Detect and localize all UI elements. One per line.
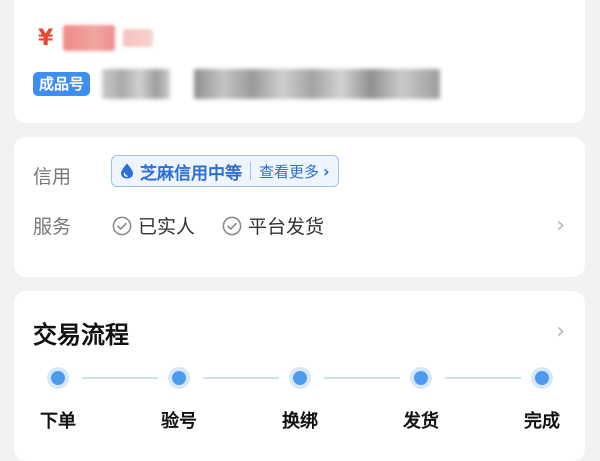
step-dot [168, 367, 190, 389]
price-row: ¥ [38, 18, 154, 58]
trade-process-title: 交易流程 [33, 321, 129, 349]
chevron-right-icon[interactable]: › [556, 319, 565, 344]
check-circle-icon [112, 216, 132, 235]
credit-service-card: 信用 芝麻信用中等 查看更多 › 服务 已实人 平台发货 › [14, 137, 585, 277]
view-more-link[interactable]: 查看更多 [259, 161, 319, 182]
step-connector [82, 377, 158, 379]
step-dot [289, 367, 311, 389]
credit-tag[interactable]: 芝麻信用中等 查看更多 › [111, 155, 339, 187]
trade-process-card[interactable]: 交易流程 › 下单 验号 换绑 发货 完成 [14, 291, 585, 461]
credit-level-text: 芝麻信用中等 [140, 163, 242, 184]
water-drop-icon [121, 163, 133, 179]
credit-divider [250, 162, 251, 180]
product-number-badge: 成品号 [33, 72, 91, 96]
step-label-order: 下单 [40, 411, 76, 432]
service-item-verified: 已实人 [112, 212, 195, 239]
service-label: 服务 [33, 216, 72, 238]
chevron-right-icon: › [323, 161, 330, 181]
service-item-platform-delivery: 平台发货 [222, 212, 324, 239]
service-item-label: 平台发货 [248, 216, 325, 238]
product-number-row: 成品号 [33, 69, 441, 99]
currency-symbol: ¥ [38, 25, 54, 51]
price-decimal-redacted [123, 29, 154, 47]
product-number-redacted-part1 [102, 69, 171, 99]
step-label-complete: 完成 [524, 411, 560, 432]
step-label-verify: 验号 [161, 411, 197, 432]
step-dot [410, 367, 432, 389]
product-number-redacted-part2 [194, 69, 441, 99]
product-summary-card: ¥ 成品号 [14, 0, 585, 123]
step-connector [445, 377, 521, 379]
step-connector [203, 377, 279, 379]
step-label-deliver: 发货 [403, 411, 439, 432]
step-connector [324, 377, 400, 379]
check-circle-icon [222, 216, 242, 235]
step-dot [531, 367, 553, 389]
service-item-label: 已实人 [138, 216, 196, 238]
credit-label: 信用 [33, 166, 72, 188]
step-label-rebind: 换绑 [282, 411, 318, 432]
chevron-right-icon[interactable]: › [556, 213, 565, 238]
price-value-redacted [63, 25, 116, 51]
step-dot [47, 367, 69, 389]
